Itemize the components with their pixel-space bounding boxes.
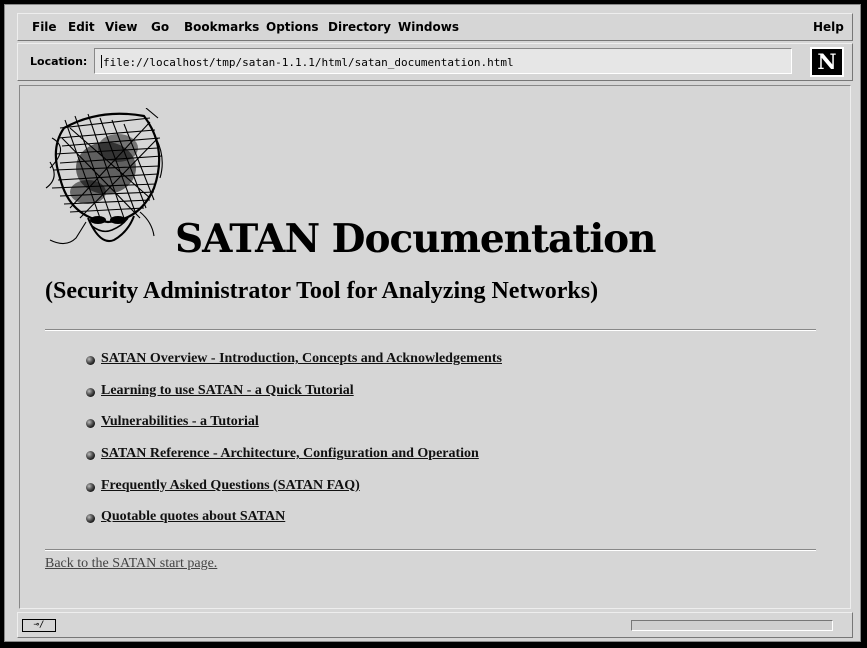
location-bar: Location: file://localhost/tmp/satan-1.1… [17,43,853,81]
location-label: Location: [30,55,88,68]
link-vulnerabilities[interactable]: Vulnerabilities - a Tutorial [101,414,259,430]
menu-help[interactable]: Help [813,20,844,34]
text-cursor [101,55,102,68]
menu-go[interactable]: Go [151,20,169,34]
link-quick-tutorial[interactable]: Learning to use SATAN - a Quick Tutorial [101,383,354,399]
link-satan-overview[interactable]: SATAN Overview - Introduction, Concepts … [101,351,502,367]
divider-bottom [45,549,816,551]
back-to-start-link[interactable]: Back to the SATAN start page. [45,556,217,572]
menu-bar: File Edit View Go Bookmarks Options Dire… [17,13,853,41]
menu-directory[interactable]: Directory [328,20,391,34]
menu-options[interactable]: Options [266,20,319,34]
netscape-n-logo[interactable]: N [810,47,844,77]
bullet-icon [86,356,95,365]
bullet-icon [86,419,95,429]
status-bar: ⊸/ [17,612,853,638]
logo-letter: N [817,49,837,74]
menu-edit[interactable]: Edit [68,20,95,34]
menu-windows[interactable]: Windows [398,20,459,34]
link-satan-reference[interactable]: SATAN Reference - Architecture, Configur… [101,446,479,462]
bullet-icon [86,451,95,461]
menu-view[interactable]: View [105,20,137,34]
progress-bar [631,620,833,631]
broken-key-icon[interactable]: ⊸/ [22,619,56,632]
page-content: SATAN Documentation (Security Administra… [19,85,851,609]
page-title: SATAN Documentation [175,216,657,262]
link-quotable-quotes[interactable]: Quotable quotes about SATAN [101,509,285,525]
page-subtitle: (Security Administrator Tool for Analyzi… [45,278,599,304]
location-url: file://localhost/tmp/satan-1.1.1/html/sa… [103,56,514,69]
menu-file[interactable]: File [32,20,57,34]
menu-bookmarks[interactable]: Bookmarks [184,20,259,34]
divider-top [45,329,816,331]
satan-face-image [45,108,163,245]
bullet-icon [86,387,95,397]
location-input[interactable]: file://localhost/tmp/satan-1.1.1/html/sa… [94,48,792,74]
link-satan-faq[interactable]: Frequently Asked Questions (SATAN FAQ) [101,478,360,494]
bullet-icon [86,482,95,492]
browser-window: File Edit View Go Bookmarks Options Dire… [4,4,861,642]
bullet-icon [86,514,95,524]
